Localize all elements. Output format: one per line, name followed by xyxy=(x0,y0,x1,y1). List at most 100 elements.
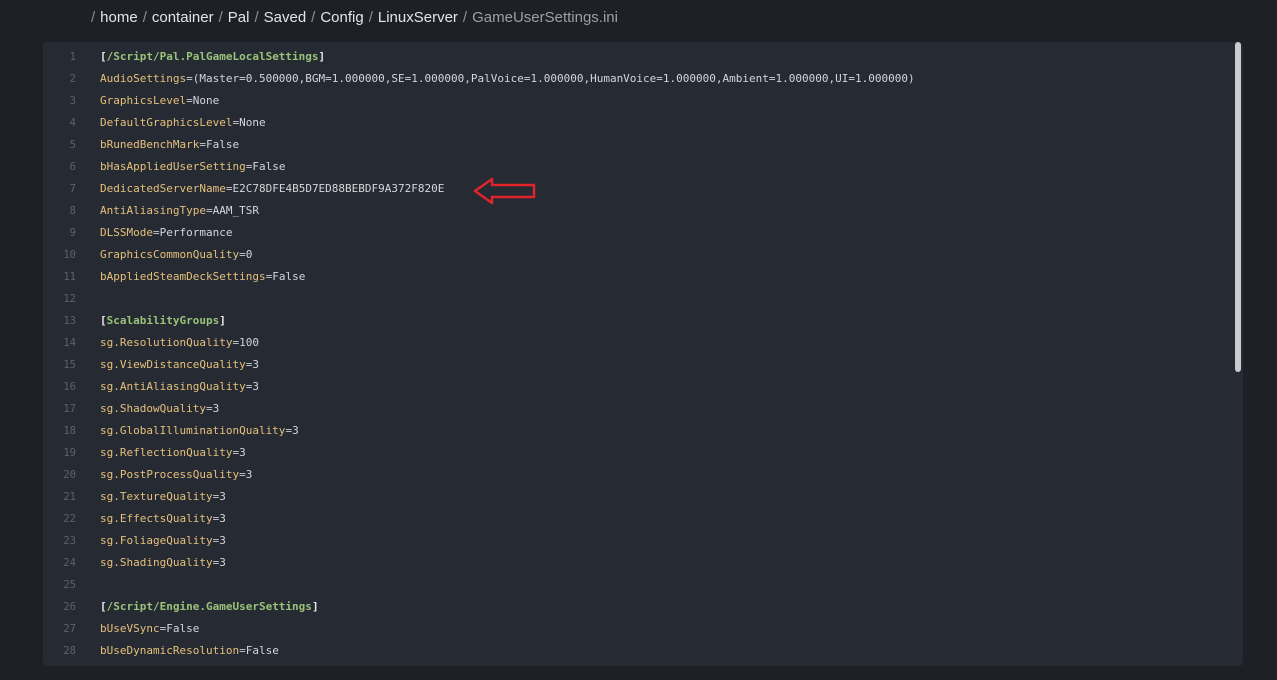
breadcrumb-link-pal[interactable]: Pal xyxy=(228,9,250,26)
setting-value: 3 xyxy=(219,512,226,525)
breadcrumb-separator: / xyxy=(368,8,373,26)
setting-key: sg.ReflectionQuality xyxy=(100,446,233,459)
equals-sign: = xyxy=(199,138,206,151)
code-line: 22 sg.EffectsQuality=3 xyxy=(43,508,1233,530)
code-line: 15 sg.ViewDistanceQuality=3 xyxy=(43,354,1233,376)
equals-sign: = xyxy=(239,644,246,657)
section-bracket-open: [ xyxy=(100,314,107,327)
setting-key: bRunedBenchMark xyxy=(100,138,200,151)
line-number: 20 xyxy=(63,469,76,481)
setting-key: DLSSMode xyxy=(100,226,153,239)
line-text: GraphicsCommonQuality=0 xyxy=(100,244,252,266)
setting-key: sg.GlobalIlluminationQuality xyxy=(100,424,286,437)
code-line: 16 sg.AntiAliasingQuality=3 xyxy=(43,376,1233,398)
line-number: 16 xyxy=(63,381,76,393)
code-line: 9 DLSSMode=Performance xyxy=(43,222,1233,244)
code-line: 5 bRunedBenchMark=False xyxy=(43,134,1233,156)
code-line: 28 bUseDynamicResolution=False xyxy=(43,640,1233,662)
breadcrumb-separator: / xyxy=(462,8,468,26)
code-editor[interactable]: 1 [/Script/Pal.PalGameLocalSettings] 2 Audi… xyxy=(43,42,1243,666)
setting-value: 3 xyxy=(219,534,226,547)
line-text: DefaultGraphicsLevel=None xyxy=(100,112,266,134)
setting-key: sg.FoliageQuality xyxy=(100,534,213,547)
equals-sign: = xyxy=(239,468,246,481)
setting-value: 0 xyxy=(245,248,253,261)
code-line: 13 [ScalabilityGroups] xyxy=(43,310,1233,332)
breadcrumb-separator: / xyxy=(142,8,147,26)
setting-key: DefaultGraphicsLevel xyxy=(100,116,233,129)
line-number: 22 xyxy=(63,513,76,525)
line-number: 3 xyxy=(69,95,76,107)
code-lines[interactable]: 1 [/Script/Pal.PalGameLocalSettings] 2 Audi… xyxy=(43,46,1233,662)
setting-value: False xyxy=(205,138,240,151)
breadcrumb-link-config[interactable]: Config xyxy=(320,9,363,26)
line-text: [/Script/Engine.GameUserSettings] xyxy=(100,596,319,618)
setting-value: (Master=0.500000,BGM=1.000000,SE=1.00000… xyxy=(192,72,915,85)
setting-key: sg.ResolutionQuality xyxy=(100,336,233,349)
line-number: 8 xyxy=(69,205,76,217)
code-line: 26 [/Script/Engine.GameUserSettings] xyxy=(43,596,1233,618)
code-line: 21 sg.TextureQuality=3 xyxy=(43,486,1233,508)
line-number: 24 xyxy=(63,557,76,569)
line-text: sg.EffectsQuality=3 xyxy=(100,508,226,530)
equals-sign: = xyxy=(205,204,213,217)
line-number: 27 xyxy=(63,623,76,635)
equals-sign: = xyxy=(152,226,160,239)
line-text: DedicatedServerName=E2C78DFE4B5D7ED88BEB… xyxy=(100,178,444,200)
setting-value: False xyxy=(166,622,200,635)
line-number: 13 xyxy=(63,315,76,327)
code-line: 11 bAppliedSteamDeckSettings=False xyxy=(43,266,1233,288)
line-text: [ScalabilityGroups] xyxy=(100,310,226,332)
line-number: 1 xyxy=(69,51,76,63)
setting-value: False xyxy=(272,270,306,283)
equals-sign: = xyxy=(205,402,213,415)
line-number: 7 xyxy=(69,183,76,195)
line-number: 26 xyxy=(63,601,76,613)
setting-value: 100 xyxy=(239,336,259,349)
section-header: /Script/Engine.GameUserSettings xyxy=(106,600,312,613)
line-number: 2 xyxy=(69,73,76,85)
setting-value: False xyxy=(245,644,279,657)
breadcrumb-link-saved[interactable]: Saved xyxy=(264,9,307,26)
code-line: 19 sg.ReflectionQuality=3 xyxy=(43,442,1233,464)
breadcrumb-separator: / xyxy=(91,8,96,26)
line-text: sg.AntiAliasingQuality=3 xyxy=(100,376,259,398)
code-line: 20 sg.PostProcessQuality=3 xyxy=(43,464,1233,486)
code-line: 3 GraphicsLevel=None xyxy=(43,90,1233,112)
line-text: sg.TextureQuality=3 xyxy=(100,486,226,508)
breadcrumb-link-linuxserver[interactable]: LinuxServer xyxy=(378,9,458,26)
setting-key: GraphicsCommonQuality xyxy=(100,248,240,261)
setting-key: sg.ShadowQuality xyxy=(100,402,206,415)
equals-sign: = xyxy=(186,72,193,85)
line-text: AntiAliasingType=AAM_TSR xyxy=(100,200,259,222)
line-number: 11 xyxy=(63,271,76,283)
setting-value: 3 xyxy=(292,424,299,437)
code-line: 1 [/Script/Pal.PalGameLocalSettings] xyxy=(43,46,1233,68)
line-text: bHasAppliedUserSetting=False xyxy=(100,156,285,178)
setting-value: 3 xyxy=(219,490,226,503)
code-line: 18 sg.GlobalIlluminationQuality=3 xyxy=(43,420,1233,442)
line-number: 14 xyxy=(63,337,76,349)
breadcrumb: / home / container / Pal / Saved / Config / LinuxSe… xyxy=(91,7,618,27)
setting-value: 3 xyxy=(252,380,259,393)
setting-key: sg.AntiAliasingQuality xyxy=(100,380,246,393)
setting-value: 3 xyxy=(252,358,259,371)
setting-value: Performance xyxy=(159,226,233,239)
vertical-scrollbar[interactable] xyxy=(1233,42,1243,666)
breadcrumb-link-container[interactable]: container xyxy=(152,9,214,26)
line-text: bRunedBenchMark=False xyxy=(100,134,239,156)
line-text: sg.ShadowQuality=3 xyxy=(100,398,219,420)
setting-key: sg.ViewDistanceQuality xyxy=(100,358,246,371)
setting-value: False xyxy=(252,160,286,173)
setting-key: sg.EffectsQuality xyxy=(100,512,213,525)
line-number: 25 xyxy=(63,579,76,591)
scrollbar-thumb[interactable] xyxy=(1235,42,1241,372)
section-bracket-open: [ xyxy=(100,600,107,613)
section-bracket-close: ] xyxy=(311,600,319,613)
line-text: AudioSettings=(Master=0.500000,BGM=1.000… xyxy=(100,68,915,90)
line-text: sg.ResolutionQuality=100 xyxy=(100,332,259,354)
breadcrumb-link-home[interactable]: home xyxy=(100,9,138,26)
line-number: 21 xyxy=(63,491,76,503)
setting-value: None xyxy=(192,94,220,107)
line-number: 12 xyxy=(63,293,76,305)
